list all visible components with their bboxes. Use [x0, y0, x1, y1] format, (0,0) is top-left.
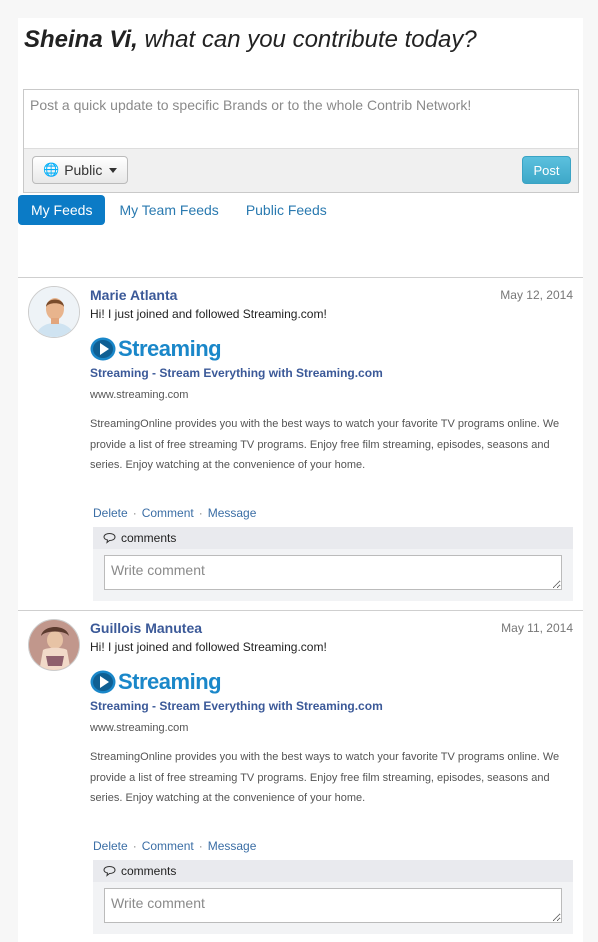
user-name: Sheina Vi,: [24, 26, 138, 53]
separator: ·: [198, 506, 203, 520]
link-url: www.streaming.com: [90, 389, 189, 401]
comment-box: [93, 882, 573, 934]
post-author[interactable]: Guillois Manutea: [90, 620, 202, 636]
post-actions: Delete · Comment · Message: [93, 839, 256, 853]
feed-panel: Sheina Vi, what can you contribute today…: [18, 18, 583, 942]
streaming-logo[interactable]: Streaming: [90, 336, 222, 362]
link-url: www.streaming.com: [90, 722, 189, 734]
logo-text: Streaming: [118, 669, 222, 694]
link-title[interactable]: Streaming - Stream Everything with Strea…: [90, 699, 383, 713]
logo-text: Streaming: [118, 336, 222, 361]
tab-public-feeds[interactable]: Public Feeds: [233, 195, 340, 225]
status-composer: 🌐 Public Post: [23, 89, 579, 193]
globe-icon: 🌐: [43, 162, 60, 177]
privacy-label: Public: [64, 162, 103, 178]
comment-box: [93, 549, 573, 601]
comment-input[interactable]: [104, 555, 562, 590]
feed-post: Marie Atlanta May 12, 2014 Hi! I just jo…: [18, 280, 583, 608]
streaming-logo[interactable]: Streaming: [90, 669, 222, 695]
comments-label: comments: [121, 531, 177, 545]
comments-icon: [103, 532, 116, 544]
link-description: StreamingOnline provides you with the be…: [90, 418, 560, 471]
feed-post: Guillois Manutea May 11, 2014 Hi! I just…: [18, 613, 583, 941]
tab-my-team-feeds[interactable]: My Team Feeds: [106, 195, 231, 225]
comments-header: comments: [93, 860, 573, 882]
post-button[interactable]: Post: [522, 156, 571, 184]
separator: ·: [198, 839, 203, 853]
comments-header: comments: [93, 527, 573, 549]
comment-link[interactable]: Comment: [142, 839, 194, 853]
message-link[interactable]: Message: [208, 839, 257, 853]
delete-link[interactable]: Delete: [93, 506, 128, 520]
comments-label: comments: [121, 864, 177, 878]
status-input[interactable]: [24, 90, 578, 148]
composer-toolbar: 🌐 Public Post: [24, 148, 578, 192]
post-date: May 11, 2014: [501, 621, 573, 635]
delete-link[interactable]: Delete: [93, 839, 128, 853]
post-message: Hi! I just joined and followed Streaming…: [90, 307, 327, 321]
avatar[interactable]: [28, 619, 80, 671]
privacy-dropdown-button[interactable]: 🌐 Public: [32, 156, 129, 184]
page-title: Sheina Vi, what can you contribute today…: [24, 26, 477, 54]
caret-down-icon: [109, 167, 118, 173]
play-icon: [90, 670, 116, 694]
tab-my-feeds[interactable]: My Feeds: [18, 195, 106, 225]
play-icon: [90, 337, 116, 361]
link-description: StreamingOnline provides you with the be…: [90, 751, 560, 804]
divider: [18, 277, 583, 278]
link-title[interactable]: Streaming - Stream Everything with Strea…: [90, 366, 383, 380]
avatar[interactable]: [28, 286, 80, 338]
comment-input[interactable]: [104, 888, 562, 923]
comment-link[interactable]: Comment: [142, 506, 194, 520]
feed-tabs: My Feeds My Team Feeds Public Feeds: [18, 195, 341, 225]
post-message: Hi! I just joined and followed Streaming…: [90, 640, 327, 654]
message-link[interactable]: Message: [208, 506, 257, 520]
post-actions: Delete · Comment · Message: [93, 506, 256, 520]
divider: [18, 610, 583, 611]
separator: ·: [132, 506, 137, 520]
post-author[interactable]: Marie Atlanta: [90, 287, 177, 303]
title-prompt: what can you contribute today?: [137, 26, 477, 53]
separator: ·: [132, 839, 137, 853]
comments-icon: [103, 865, 116, 877]
post-date: May 12, 2014: [500, 288, 573, 302]
